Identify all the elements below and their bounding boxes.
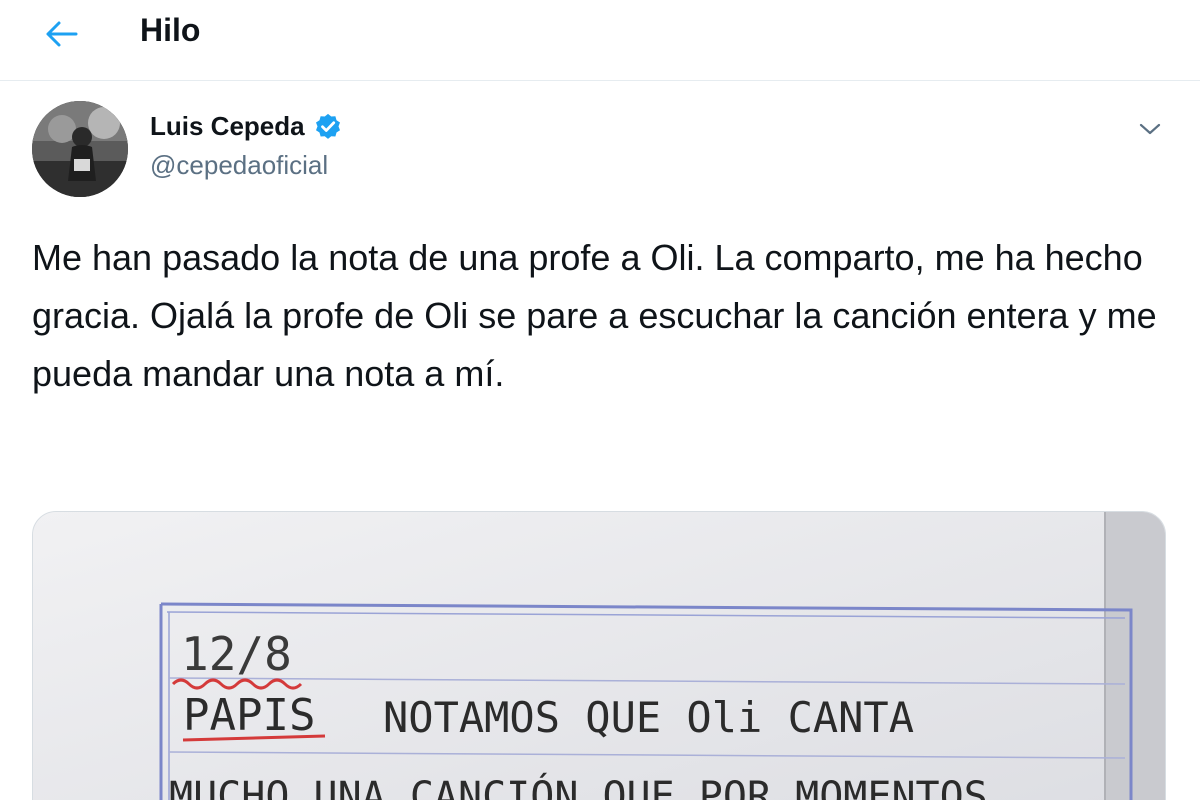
arrow-left-icon [46,21,78,47]
verified-badge-icon [313,112,343,142]
tweet-text: Me han pasado la nota de una profe a Oli… [32,237,1157,394]
note-date: 12/8 [181,627,292,681]
note-label-papis: PAPIS [183,690,315,741]
author-handle[interactable]: @cepedaoficial [150,150,343,181]
tweet-menu-button[interactable] [1130,109,1170,149]
chevron-down-icon [1139,123,1161,135]
tweet-photo[interactable]: 12/8 PAPIS NOTAMOS QUE Oli CANTA MUCHO U… [32,511,1166,800]
tweet: Luis Cepeda @cepedaoficial Me han pasado… [0,81,1200,800]
author-name[interactable]: Luis Cepeda [150,111,305,142]
back-button[interactable] [38,10,86,58]
author-block: Luis Cepeda @cepedaoficial [150,111,343,181]
avatar[interactable] [32,101,128,197]
page-title: Hilo [140,12,201,48]
note-line-1: NOTAMOS QUE Oli CANTA [383,693,914,742]
note-line-2: MUCHO UNA CANCIÓN QUE POR MOMENTOS [169,772,988,800]
top-bar: Hilo [0,0,1200,81]
